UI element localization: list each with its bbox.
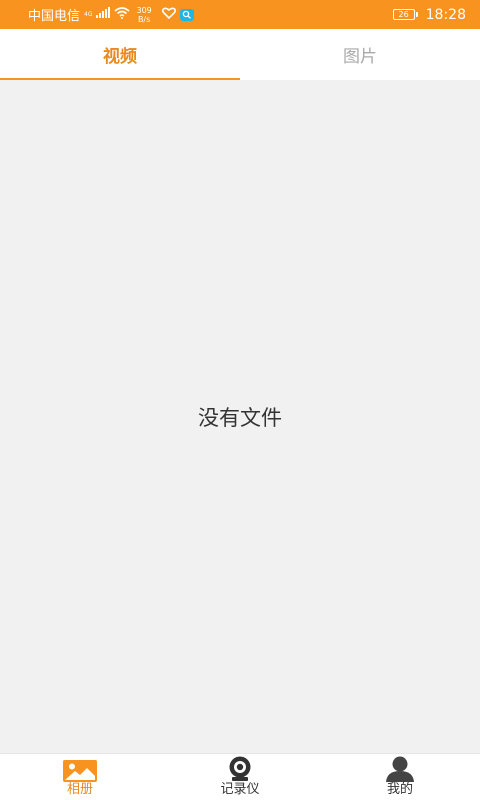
media-tab-bar: 视频 图片 [0,29,480,80]
network-speed: 309 B/s [136,6,151,24]
nav-album-label: 相册 [66,782,93,797]
status-left: 中国电信 4G 309 B/s [28,5,194,24]
network-type: 4G [84,11,93,18]
nav-profile[interactable]: 我的 [320,754,480,800]
camera-recorder-icon [226,756,254,782]
speed-value: 309 [136,5,152,15]
wifi-icon [114,6,131,23]
status-right: 26 18:28 [392,6,466,23]
bottom-nav: 相册 记录仪 我的 [0,753,480,800]
battery-tip [415,12,418,17]
carrier-name: 中国电信 [28,9,81,24]
nav-recorder[interactable]: 记录仪 [160,754,320,800]
battery-indicator: 26 [392,9,418,20]
empty-state-message: 没有文件 [198,405,282,430]
tab-video-label: 视频 [103,47,137,67]
tab-pictures[interactable]: 图片 [240,29,480,80]
user-profile-icon [385,756,415,782]
battery-level: 26 [392,9,415,20]
nav-album[interactable]: 相册 [0,754,160,800]
heart-icon [161,7,176,23]
file-list-area: 没有文件 [0,80,480,753]
tab-video[interactable]: 视频 [0,29,240,80]
clock: 18:28 [425,6,466,23]
speed-unit: B/s [137,14,151,24]
signal-icon [96,7,111,22]
tab-pictures-label: 图片 [343,47,377,67]
status-bar: 中国电信 4G 309 B/s 26 18:28 [0,0,480,29]
search-app-icon [179,8,194,21]
nav-recorder-label: 记录仪 [220,782,260,797]
photo-album-icon [63,756,97,782]
nav-profile-label: 我的 [386,782,413,797]
